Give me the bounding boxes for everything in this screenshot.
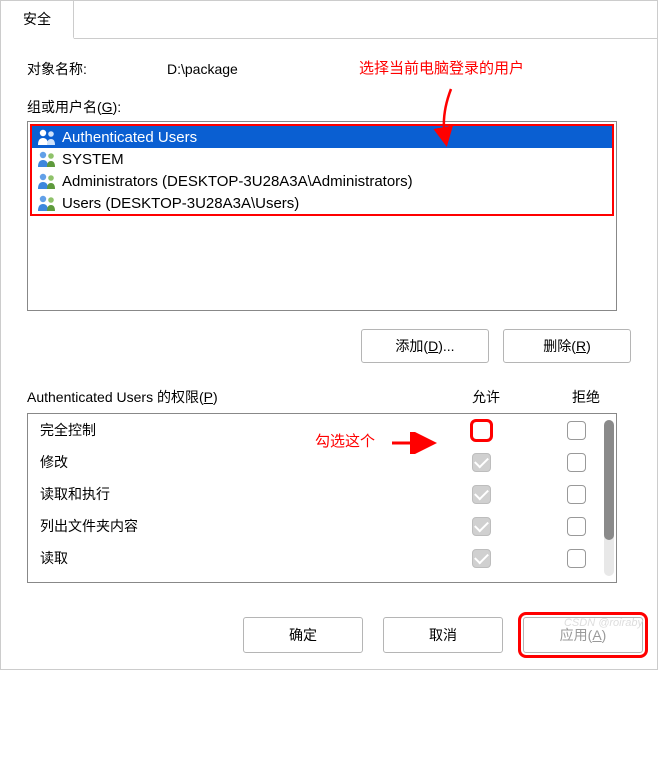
object-name-row: 对象名称: D:\package <box>27 59 631 79</box>
group-item[interactable]: Administrators (DESKTOP-3U28A3A\Administ… <box>32 170 612 192</box>
scrollbar-thumb[interactable] <box>604 420 614 540</box>
permission-name: 修改 <box>40 452 426 472</box>
tab-strip: 安全 <box>1 1 657 39</box>
group-item-label: SYSTEM <box>62 151 124 168</box>
allow-checkbox[interactable] <box>472 485 491 504</box>
group-buttons: 添加(D)... 删除(R) <box>27 329 631 363</box>
scrollbar[interactable] <box>604 420 614 576</box>
allow-checkbox[interactable] <box>472 549 491 568</box>
permission-row: 列出文件夹内容 <box>28 510 616 542</box>
object-path-value: D:\package <box>167 61 238 77</box>
group-highlight-box: Authenticated Users SYSTEM Administrator… <box>30 124 614 216</box>
permission-name: 列出文件夹内容 <box>40 516 426 536</box>
permissions-title: Authenticated Users 的权限(P) <box>27 387 431 407</box>
groups-label: 组或用户名(G): <box>27 97 631 117</box>
annotation-check-this: 勾选这个 <box>315 430 375 451</box>
column-allow-header: 允许 <box>431 387 541 407</box>
allow-checkbox[interactable] <box>472 453 491 472</box>
permission-name: 读取和执行 <box>40 484 426 504</box>
permission-name: 读取 <box>40 548 426 568</box>
group-item[interactable]: Authenticated Users <box>32 126 612 148</box>
ok-button[interactable]: 确定 <box>243 617 363 653</box>
permission-row: 读取 <box>28 542 616 574</box>
users-icon <box>36 150 58 168</box>
allow-checkbox[interactable] <box>472 421 491 440</box>
permissions-header: Authenticated Users 的权限(P) 允许 拒绝 <box>27 387 631 407</box>
group-item[interactable]: Users (DESKTOP-3U28A3A\Users) <box>32 192 612 214</box>
security-properties-dialog: 安全 选择当前电脑登录的用户 对象名称: D:\package 组或用户名(G)… <box>0 0 658 670</box>
remove-button[interactable]: 删除(R) <box>503 329 631 363</box>
column-deny-header: 拒绝 <box>541 387 631 407</box>
add-button[interactable]: 添加(D)... <box>361 329 489 363</box>
tab-security[interactable]: 安全 <box>1 1 74 39</box>
deny-checkbox[interactable] <box>567 549 586 568</box>
tab-content: 选择当前电脑登录的用户 对象名称: D:\package 组或用户名(G): A… <box>1 39 657 593</box>
apply-button[interactable]: 应用(A) <box>523 617 643 653</box>
group-item-label: Administrators (DESKTOP-3U28A3A\Administ… <box>62 173 413 190</box>
annotation-select-user: 选择当前电脑登录的用户 <box>359 57 524 78</box>
group-user-list[interactable]: Authenticated Users SYSTEM Administrator… <box>27 121 617 311</box>
permissions-panel: 勾选这个 完全控制修改读取和执行列出文件夹内容读取 <box>27 413 617 583</box>
object-name-label: 对象名称: <box>27 59 167 79</box>
users-icon <box>36 194 58 212</box>
deny-checkbox[interactable] <box>567 421 586 440</box>
group-item[interactable]: SYSTEM <box>32 148 612 170</box>
permission-row: 读取和执行 <box>28 478 616 510</box>
dialog-footer: 确定 取消 应用(A) <box>1 593 657 669</box>
deny-checkbox[interactable] <box>567 517 586 536</box>
cancel-button[interactable]: 取消 <box>383 617 503 653</box>
deny-checkbox[interactable] <box>567 453 586 472</box>
group-item-label: Users (DESKTOP-3U28A3A\Users) <box>62 195 299 212</box>
users-icon <box>36 172 58 190</box>
users-icon <box>36 128 58 146</box>
deny-checkbox[interactable] <box>567 485 586 504</box>
allow-checkbox[interactable] <box>472 517 491 536</box>
group-item-label: Authenticated Users <box>62 129 197 146</box>
